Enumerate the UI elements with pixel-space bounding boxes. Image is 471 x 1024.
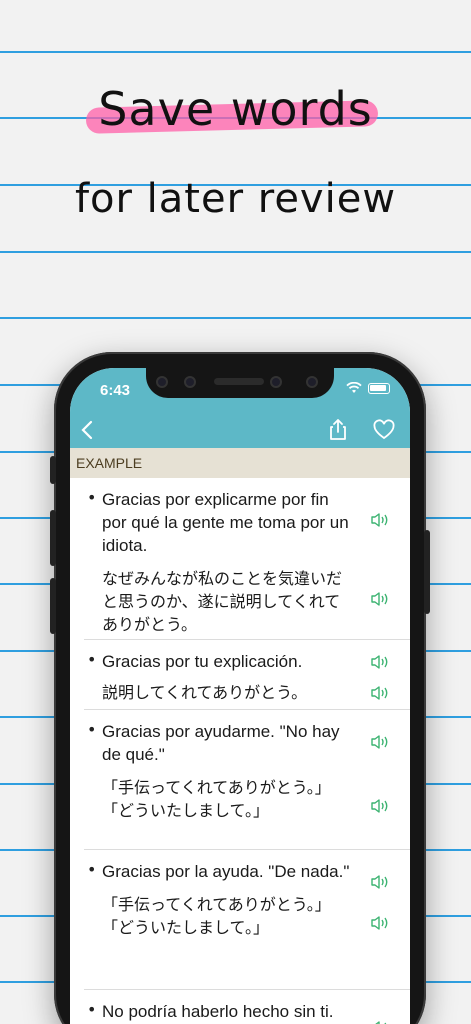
speaker-icon[interactable] bbox=[370, 685, 390, 701]
battery-icon bbox=[368, 382, 390, 394]
sensor-dot bbox=[306, 376, 318, 388]
example-item: • Gracias por tu explicación. 説明してくれてありが… bbox=[84, 640, 410, 710]
example-japanese-row[interactable]: 「手伝ってくれてありがとう。」 「どういたしまして。」 bbox=[84, 766, 410, 822]
speaker-icon[interactable] bbox=[370, 591, 390, 607]
example-spanish-text: Gracias por tu explicación. bbox=[102, 652, 303, 671]
speaker-icon[interactable] bbox=[370, 915, 390, 931]
ruled-line bbox=[0, 317, 471, 319]
speaker-icon[interactable] bbox=[370, 798, 390, 814]
phone-volume-down bbox=[50, 578, 56, 634]
example-item: • Gracias por ayudarme. "No hay de qué."… bbox=[84, 710, 410, 850]
bullet: • bbox=[87, 488, 97, 507]
example-japanese-text: 説明してくれてありがとう。 bbox=[102, 683, 308, 702]
section-header: EXAMPLE bbox=[70, 448, 410, 478]
speaker-icon[interactable] bbox=[370, 512, 390, 528]
example-spanish-text: Gracias por la ayuda. "De nada." bbox=[102, 862, 350, 881]
bullet: • bbox=[87, 650, 97, 669]
app-screen: 6:43 EXAMPLE • Gracias por explicarme po… bbox=[70, 368, 410, 1024]
heart-icon[interactable] bbox=[372, 418, 396, 442]
headline-subtitle: for later review bbox=[74, 176, 397, 222]
phone-side-button bbox=[50, 456, 56, 484]
status-icons bbox=[346, 382, 390, 394]
phone-power-button bbox=[424, 530, 430, 614]
example-spanish-row[interactable]: • No podría haberlo hecho sin ti. bbox=[84, 990, 410, 1024]
speaker-icon[interactable] bbox=[370, 1020, 390, 1024]
example-spanish-text: Gracias por explicarme por fin por qué l… bbox=[102, 490, 349, 555]
example-spanish-row[interactable]: • Gracias por la ayuda. "De nada." bbox=[84, 850, 410, 889]
wifi-icon bbox=[346, 382, 362, 393]
speaker-icon[interactable] bbox=[370, 654, 390, 670]
navigation-bar: 6:43 bbox=[70, 368, 410, 448]
example-japanese-row[interactable]: 説明してくれてありがとう。 bbox=[84, 673, 410, 704]
example-item: • No podría haberlo hecho sin ti. bbox=[84, 990, 410, 1024]
example-list: • Gracias por explicarme por fin por qué… bbox=[70, 478, 410, 1024]
example-spanish-text: No podría haberlo hecho sin ti. bbox=[102, 1002, 334, 1021]
camera-dot bbox=[156, 376, 168, 388]
speaker-icon[interactable] bbox=[370, 734, 390, 750]
status-time: 6:43 bbox=[100, 382, 131, 399]
bullet: • bbox=[87, 720, 97, 739]
earpiece-speaker bbox=[214, 378, 264, 385]
sensor-dot bbox=[270, 376, 282, 388]
ruled-line bbox=[0, 251, 471, 253]
example-japanese-row[interactable]: なぜみんなが私のことを気違いだと思うのか、遂に説明してくれてありがとう。 bbox=[84, 557, 410, 636]
example-japanese-text: 「手伝ってくれてありがとう。」 「どういたしまして。」 bbox=[102, 895, 331, 937]
share-icon[interactable] bbox=[326, 418, 350, 442]
chevron-left-icon[interactable] bbox=[76, 418, 100, 442]
example-spanish-row[interactable]: • Gracias por tu explicación. bbox=[84, 640, 410, 673]
example-spanish-row[interactable]: • Gracias por ayudarme. "No hay de qué." bbox=[84, 710, 410, 766]
phone-volume-up bbox=[50, 510, 56, 566]
headline-title: Save words bbox=[98, 82, 373, 136]
example-item: • Gracias por explicarme por fin por qué… bbox=[84, 478, 410, 640]
example-spanish-row[interactable]: • Gracias por explicarme por fin por qué… bbox=[84, 478, 410, 557]
example-spanish-text: Gracias por ayudarme. "No hay de qué." bbox=[102, 722, 340, 764]
example-japanese-text: なぜみんなが私のことを気違いだと思うのか、遂に説明してくれてありがとう。 bbox=[102, 569, 343, 634]
phone-frame: 6:43 EXAMPLE • Gracias por explicarme po… bbox=[50, 352, 430, 1024]
bullet: • bbox=[87, 1000, 97, 1019]
ruled-line bbox=[0, 51, 471, 53]
example-item: • Gracias por la ayuda. "De nada." 「手伝って… bbox=[84, 850, 410, 990]
example-japanese-row[interactable]: 「手伝ってくれてありがとう。」 「どういたしまして。」 bbox=[84, 883, 410, 939]
bullet: • bbox=[87, 860, 97, 879]
phone-notch bbox=[146, 368, 334, 398]
example-japanese-text: 「手伝ってくれてありがとう。」 「どういたしまして。」 bbox=[102, 778, 331, 820]
sensor-dot bbox=[184, 376, 196, 388]
